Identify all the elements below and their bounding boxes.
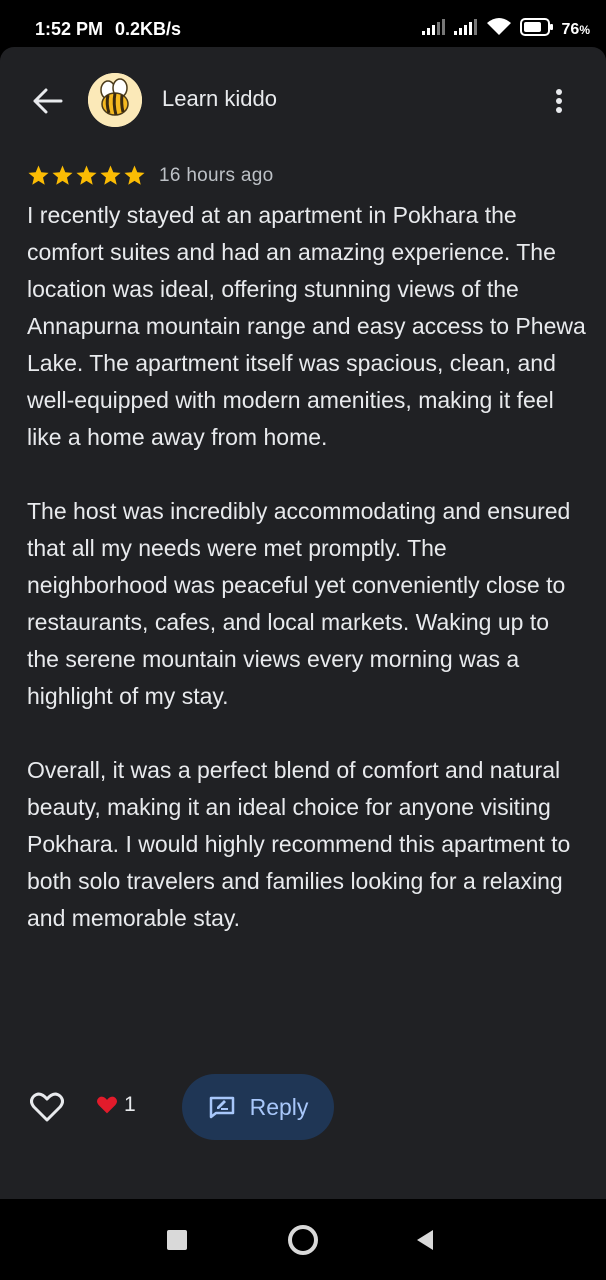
signal-icon xyxy=(453,19,478,40)
recents-button[interactable] xyxy=(162,1225,192,1255)
circle-home-icon xyxy=(288,1225,318,1255)
triangle-back-icon xyxy=(417,1230,433,1250)
star-icon xyxy=(100,165,121,185)
back-button[interactable] xyxy=(28,83,68,119)
home-button[interactable] xyxy=(284,1221,322,1259)
signal-icon xyxy=(421,19,446,40)
review-paragraph: I recently stayed at an apartment in Pok… xyxy=(27,202,586,450)
wifi-icon xyxy=(486,17,512,42)
battery-icon xyxy=(519,18,554,41)
status-right: 76% xyxy=(421,17,590,42)
heart-filled-icon xyxy=(96,1096,118,1114)
header: Learn kiddo xyxy=(0,47,606,157)
battery-percent: 76% xyxy=(561,20,590,38)
arrow-back-icon xyxy=(33,88,63,114)
square-icon xyxy=(167,1230,187,1250)
status-time: 1:52 PM xyxy=(35,19,104,39)
screen: 1:52 PM 0.2KB/s 76% Learn kiddo 16 hours… xyxy=(0,0,606,1280)
star-icon xyxy=(124,165,145,185)
status-network-speed: 0.2KB/s xyxy=(115,19,182,39)
like-button[interactable] xyxy=(28,1089,66,1125)
more-vert-icon xyxy=(556,89,562,113)
star-icon xyxy=(52,165,73,185)
review-card: Learn kiddo 16 hours ago I recently stay… xyxy=(0,47,606,1199)
like-count: 1 xyxy=(96,1093,136,1117)
review-paragraph: Overall, it was a perfect blend of comfo… xyxy=(27,757,571,931)
review-paragraph: The host was incredibly accommodating an… xyxy=(27,498,571,709)
bee-avatar xyxy=(88,73,142,127)
star-rating xyxy=(27,164,146,187)
star-icon xyxy=(76,165,97,185)
reply-button[interactable]: Reply xyxy=(182,1074,334,1140)
rating-row: 16 hours ago xyxy=(27,164,274,187)
reply-edit-icon xyxy=(209,1096,234,1119)
status-left: 1:52 PM 0.2KB/s xyxy=(35,19,181,40)
review-actions: 1 Reply xyxy=(0,1073,606,1143)
page-title: Learn kiddo xyxy=(162,86,277,111)
review-text: I recently stayed at an apartment in Pok… xyxy=(27,197,587,937)
heart-outline-icon xyxy=(30,1092,64,1122)
navigation-bar xyxy=(0,1199,606,1280)
nav-back-button[interactable] xyxy=(410,1225,440,1255)
avatar[interactable] xyxy=(88,73,142,127)
more-options-button[interactable] xyxy=(546,83,572,119)
reply-label: Reply xyxy=(249,1093,309,1120)
review-time: 16 hours ago xyxy=(159,164,274,186)
like-count-value: 1 xyxy=(124,1093,136,1116)
star-icon xyxy=(28,165,49,185)
